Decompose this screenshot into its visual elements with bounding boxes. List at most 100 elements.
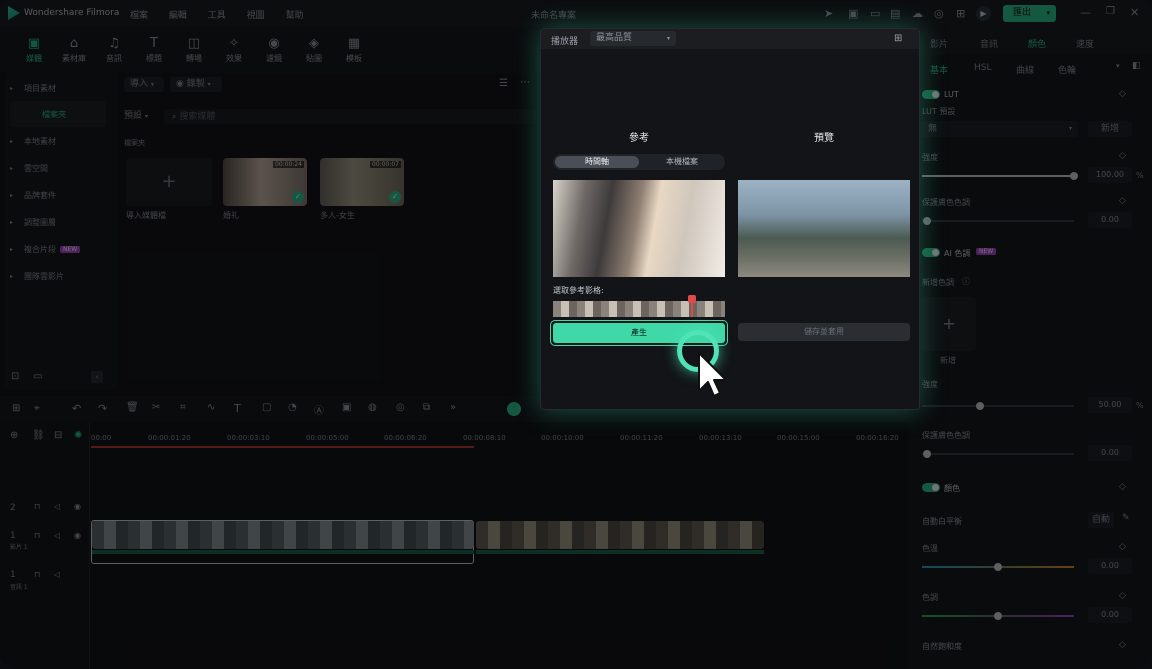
tool-effects[interactable]: ✧ 效果	[214, 37, 254, 64]
tool-templates[interactable]: ▦ 模板	[334, 37, 374, 64]
lock-icon[interactable]: ⊓	[34, 531, 40, 540]
keyframe-icon[interactable]: ◇	[1119, 89, 1126, 99]
keyframe-icon[interactable]: ◇	[1119, 482, 1126, 492]
tint-value[interactable]: 0.00	[1088, 607, 1132, 623]
collapse-icon[interactable]: ‹	[91, 371, 103, 383]
keyframe-icon[interactable]: ◇	[1119, 640, 1126, 650]
info-icon[interactable]: ⓘ	[962, 276, 970, 287]
lock-icon[interactable]: ⊓	[34, 570, 40, 579]
speaker-icon[interactable]: ◁	[54, 570, 60, 579]
temp-slider[interactable]	[922, 563, 1074, 571]
sidebar-item-team[interactable]: ▸ 團隊雲影片	[10, 263, 106, 289]
slider-knob[interactable]	[1070, 172, 1078, 180]
color-toggle[interactable]	[922, 483, 940, 492]
add-track-icon[interactable]: ⊕	[10, 430, 18, 441]
eye-icon[interactable]: ◉	[74, 502, 81, 511]
tab-audio[interactable]: 音訊	[980, 37, 998, 50]
select-icon[interactable]: ⌖	[34, 403, 40, 414]
slider-knob[interactable]	[923, 450, 931, 458]
tool-filters[interactable]: ◉ 濾鏡	[254, 37, 294, 64]
speed-icon[interactable]: ◔	[288, 402, 297, 413]
avatar[interactable]: ▶	[976, 6, 991, 21]
menu-item[interactable]: 工具	[208, 11, 226, 21]
clip-thumbnail[interactable]: 00:00:24 ✓	[223, 158, 307, 206]
gear-icon[interactable]: ✺	[74, 430, 82, 441]
record-icon[interactable]: ▣	[342, 402, 351, 413]
slider-knob[interactable]	[976, 402, 984, 410]
ai-strength-slider[interactable]	[922, 402, 1074, 410]
tool-transition[interactable]: ◫ 轉場	[174, 37, 214, 64]
slider-knob[interactable]	[994, 563, 1002, 571]
menu-item[interactable]: 編輯	[169, 11, 187, 21]
keyframe-icon[interactable]: ◇	[1119, 151, 1126, 161]
undo-icon[interactable]: ↶	[72, 402, 81, 415]
ai-color-toggle[interactable]	[922, 248, 940, 257]
crop-icon[interactable]: ⌗	[180, 402, 186, 413]
menu-item[interactable]: 幫助	[286, 11, 304, 21]
lut-toggle[interactable]	[922, 90, 940, 99]
grid-icon[interactable]: ⊞	[956, 7, 965, 20]
layout-icon[interactable]: ⊞	[12, 403, 20, 414]
tab-color[interactable]: 顏色	[1028, 37, 1046, 50]
lut-protect-value[interactable]: 0.00	[1088, 212, 1132, 228]
keyframe-icon[interactable]: ◇	[1119, 196, 1126, 206]
mask-icon[interactable]: ◍	[368, 402, 377, 413]
temp-value[interactable]: 0.00	[1088, 558, 1132, 574]
clip-thumbnail[interactable]: 00:00:07 ✓	[320, 158, 404, 206]
tool-audio[interactable]: ♫ 音訊	[94, 37, 134, 64]
subtab-curves[interactable]: 曲線	[1016, 63, 1034, 76]
delete-icon[interactable]: 🗑	[126, 402, 139, 413]
tool-title[interactable]: T 標題	[134, 37, 174, 64]
slider-knob[interactable]	[994, 612, 1002, 620]
shape-icon[interactable]: ▢	[262, 402, 271, 413]
eye-icon[interactable]: ◉	[74, 531, 81, 540]
video-clip[interactable]	[92, 521, 474, 549]
audio-wave-icon[interactable]: ∿	[207, 402, 215, 413]
menu-item[interactable]: 視圖	[247, 11, 265, 21]
video-clip[interactable]	[476, 521, 764, 549]
speaker-icon[interactable]: ◁	[54, 502, 60, 511]
auto-wb-button[interactable]: 自動	[1088, 512, 1114, 528]
tab-timeline[interactable]: 時間軸	[555, 156, 639, 168]
lut-preset-select[interactable]: 無 ▾	[922, 121, 1078, 137]
sidebar-item-local[interactable]: ▸ 本地素材	[10, 128, 106, 154]
tool-stickers[interactable]: ◈ 貼圖	[294, 37, 334, 64]
new-folder-icon[interactable]: ⊡	[11, 371, 19, 382]
frame-strip[interactable]	[553, 295, 725, 317]
sidebar-item-compound[interactable]: ▸ 複合片段 NEW	[10, 236, 106, 262]
send-icon[interactable]: ➤	[824, 7, 833, 20]
tab-speed[interactable]: 速度	[1076, 37, 1094, 50]
speaker-icon[interactable]: ◁	[54, 531, 60, 540]
ai-mate-icon[interactable]	[507, 402, 521, 416]
menu-item[interactable]: 檔案	[130, 11, 148, 21]
lut-strength-slider[interactable]	[922, 172, 1078, 180]
quality-dropdown[interactable]: 最高品質 ▾	[590, 31, 676, 46]
filter-sort-icon[interactable]: ☰	[499, 78, 508, 89]
lut-strength-value[interactable]: 100.00	[1088, 167, 1132, 183]
time-ruler[interactable]: 00:00 00:00:01:20 00:00:03:10 00:00:05:0…	[91, 422, 908, 448]
chevron-down-icon[interactable]: ▾	[1116, 62, 1120, 70]
tool-media[interactable]: ▣ 媒體	[14, 37, 54, 64]
add-color-tile[interactable]: +	[922, 297, 976, 351]
tint-slider[interactable]	[922, 612, 1074, 620]
sidebar-item-adjust[interactable]: ▸ 調整圖層	[10, 209, 106, 235]
headset-icon[interactable]: ◎	[934, 7, 944, 20]
lut-new-button[interactable]: 新增	[1088, 121, 1132, 137]
minimize-icon[interactable]: —	[1080, 6, 1091, 19]
record-dropdown[interactable]: ◉ 錄製 ▾	[170, 77, 222, 92]
cloud-icon[interactable]: ☁	[912, 7, 923, 20]
layout-grid-icon[interactable]: ⊞	[894, 33, 902, 44]
compare-icon[interactable]: ◧	[1132, 61, 1141, 71]
keyframe-icon[interactable]: ◇	[1119, 591, 1126, 601]
tab-video[interactable]: 影片	[930, 37, 948, 50]
snap-icon[interactable]: ⊟	[54, 430, 62, 441]
sidebar-item-brand[interactable]: ▸ 品牌套件	[10, 182, 106, 208]
subtab-wheels[interactable]: 色輪	[1058, 63, 1076, 76]
search-input[interactable]: ⌕ 搜索媒體	[164, 109, 536, 124]
sidebar-item-project[interactable]: ▸ 項目素材	[10, 75, 106, 101]
export-button[interactable]: 匯出 ▾	[1003, 5, 1056, 22]
ai-strength-value[interactable]: 50.00	[1088, 397, 1132, 413]
sidebar-item-folder[interactable]: 檔案夾	[10, 101, 106, 127]
split-icon[interactable]: ✂	[152, 402, 160, 413]
text-icon[interactable]: T	[234, 402, 241, 415]
